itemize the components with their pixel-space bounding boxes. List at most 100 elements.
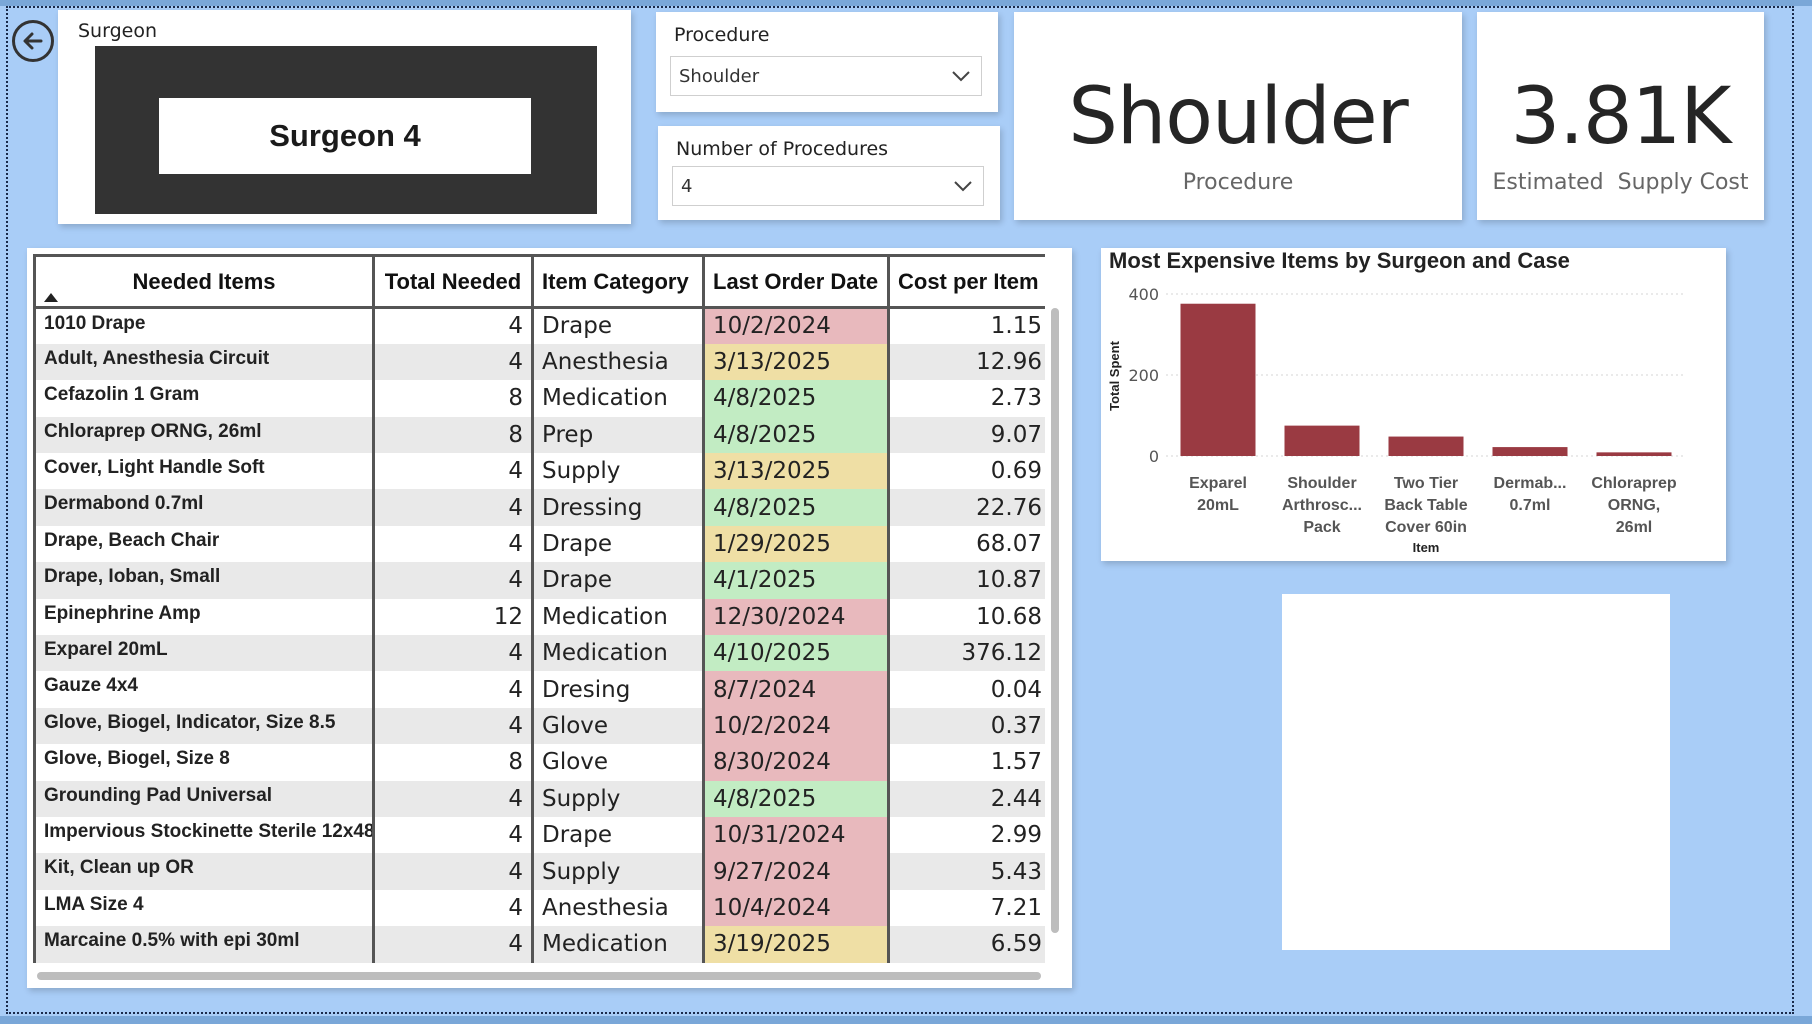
cell-item-category: Medication	[531, 635, 705, 672]
cell-item-category: Supply	[531, 780, 705, 817]
table-row[interactable]: Cefazolin 1 Gram 8 Medication 4/8/2025 2.73	[33, 380, 1045, 417]
cell-needed-item: Kit, Clean up OR	[33, 853, 375, 890]
procedure-filter: Procedure Shoulder	[656, 12, 998, 112]
table-row[interactable]: Cover, Light Handle Soft 4 Supply 3/13/2025…	[33, 453, 1045, 490]
column-header-label: Needed Items	[132, 268, 276, 294]
procedure-filter-label: Procedure	[674, 24, 770, 46]
number-filter-label: Number of Procedures	[676, 138, 889, 160]
cell-cost-per-item: 9.07	[887, 416, 1045, 454]
cell-cost-per-item: 68.07	[887, 525, 1045, 563]
cell-last-order-date: 4/8/2025	[702, 380, 890, 417]
cell-item-category: Anesthesia	[531, 889, 705, 927]
cell-cost-per-item: 6.59	[887, 926, 1045, 963]
cell-total-needed: 8	[372, 416, 534, 454]
cell-item-category: Medication	[531, 598, 705, 636]
column-header-cost-per-item[interactable]: Cost per Item	[887, 254, 1045, 309]
cell-needed-item: Adult, Anesthesia Circuit	[33, 343, 375, 381]
table-body: 1010 Drape 4 Drape 10/2/2024 1.15 Adult, Anes…	[33, 307, 1045, 963]
vertical-scrollbar[interactable]	[1051, 308, 1059, 933]
table-row[interactable]: Grounding Pad Universal 4 Supply 4/8/2025 2.…	[33, 780, 1045, 817]
number-of-procedures-filter: Number of Procedures 4	[658, 126, 1000, 220]
cell-total-needed: 8	[372, 380, 534, 417]
column-header-last-order-date[interactable]: Last Order Date	[702, 254, 890, 309]
cell-cost-per-item: 0.37	[887, 707, 1045, 745]
cell-cost-per-item: 1.15	[887, 307, 1045, 344]
cell-cost-per-item: 0.69	[887, 453, 1045, 490]
cell-total-needed: 4	[372, 307, 534, 344]
table-row[interactable]: Chloraprep ORNG, 26ml 8 Prep 4/8/2025 9.07	[33, 416, 1045, 454]
cell-total-needed: 4	[372, 926, 534, 963]
back-button[interactable]	[12, 20, 54, 62]
procedure-dropdown[interactable]: Shoulder	[670, 56, 982, 96]
supply-cost-kpi-card: 3.81K Estimated Supply Cost	[1477, 12, 1764, 220]
procedure-kpi-label: Procedure	[1182, 170, 1294, 195]
y-axis-label: Total Spent	[1107, 340, 1122, 410]
horizontal-scrollbar[interactable]	[37, 972, 1041, 980]
cell-last-order-date: 3/13/2025	[702, 343, 890, 381]
bar	[1284, 425, 1360, 456]
cell-last-order-date: 10/31/2024	[702, 816, 890, 854]
cell-cost-per-item: 376.12	[887, 635, 1045, 672]
table-row[interactable]: Gauze 4x4 4 Dresing 8/7/2024 0.04	[33, 671, 1045, 708]
cell-last-order-date: 3/13/2025	[702, 453, 890, 490]
column-header-item-category[interactable]: Item Category	[531, 254, 705, 309]
surgeon-option-selected[interactable]: Surgeon 4	[159, 98, 531, 174]
cell-last-order-date: 4/1/2025	[702, 562, 890, 599]
supply-cost-kpi-value: 3.81K	[1510, 72, 1732, 162]
needed-items-table-card: Needed Items Total Needed Item Category …	[27, 248, 1072, 988]
x-tick-label: Cover 60in	[1385, 519, 1467, 536]
expensive-items-chart-card: Most Expensive Items by Surgeon and Case…	[1101, 248, 1726, 561]
cell-last-order-date: 10/2/2024	[702, 707, 890, 745]
cell-item-category: Anesthesia	[531, 343, 705, 381]
table-row[interactable]: Drape, Ioban, Small 4 Drape 4/1/2025 10.87	[33, 562, 1045, 599]
table-row[interactable]: Marcaine 0.5% with epi 30ml 4 Medication 3/…	[33, 926, 1045, 963]
cell-cost-per-item: 7.21	[887, 889, 1045, 927]
surgeon-slicer-panel: Surgeon 4	[95, 46, 597, 214]
cell-cost-per-item: 0.04	[887, 671, 1045, 708]
blank-visual	[1282, 594, 1670, 950]
supply-cost-kpi-label: Estimated Supply Cost	[1492, 170, 1749, 195]
table-row[interactable]: Impervious Stockinette Sterile 12x48 4 Dra…	[33, 816, 1045, 854]
cell-needed-item: Gauze 4x4	[33, 671, 375, 708]
x-tick-label: 26ml	[1616, 519, 1652, 536]
cell-needed-item: Impervious Stockinette Sterile 12x48	[33, 816, 375, 854]
cell-needed-item: Grounding Pad Universal	[33, 780, 375, 817]
cell-needed-item: Glove, Biogel, Size 8	[33, 744, 375, 781]
table-row[interactable]: Dermabond 0.7ml 4 Dressing 4/8/2025 22.76	[33, 489, 1045, 526]
x-tick-label: Exparel	[1189, 475, 1247, 492]
x-tick-label: 0.7ml	[1510, 497, 1551, 514]
cell-cost-per-item: 5.43	[887, 853, 1045, 890]
cell-last-order-date: 4/8/2025	[702, 780, 890, 817]
cell-item-category: Drape	[531, 562, 705, 599]
cell-needed-item: Glove, Biogel, Indicator, Size 8.5	[33, 707, 375, 745]
chevron-down-icon	[952, 71, 970, 82]
x-tick-label: Back Table	[1384, 497, 1467, 514]
cell-item-category: Drape	[531, 816, 705, 854]
cell-item-category: Medication	[531, 926, 705, 963]
x-tick-label: ORNG,	[1608, 497, 1660, 514]
cell-cost-per-item: 12.96	[887, 343, 1045, 381]
cell-total-needed: 8	[372, 744, 534, 781]
column-header-total-needed[interactable]: Total Needed	[372, 254, 534, 309]
table-row[interactable]: Epinephrine Amp 12 Medication 12/30/2024 10.…	[33, 598, 1045, 636]
table-row[interactable]: LMA Size 4 4 Anesthesia 10/4/2024 7.21	[33, 889, 1045, 927]
cell-last-order-date: 3/19/2025	[702, 926, 890, 963]
table-row[interactable]: Glove, Biogel, Indicator, Size 8.5 4 Glove…	[33, 707, 1045, 745]
table-row[interactable]: Adult, Anesthesia Circuit 4 Anesthesia 3/13…	[33, 343, 1045, 381]
y-tick-label: 400	[1128, 285, 1159, 304]
y-tick-label: 200	[1128, 366, 1159, 385]
table-row[interactable]: Exparel 20mL 4 Medication 4/10/2025 376.12	[33, 635, 1045, 672]
cell-last-order-date: 9/27/2024	[702, 853, 890, 890]
table-row[interactable]: Glove, Biogel, Size 8 8 Glove 8/30/2024 1.57	[33, 744, 1045, 781]
table-row[interactable]: 1010 Drape 4 Drape 10/2/2024 1.15	[33, 307, 1045, 344]
x-tick-label: Arthrosc...	[1282, 497, 1362, 514]
table-row[interactable]: Drape, Beach Chair 4 Drape 1/29/2025 68.07	[33, 525, 1045, 563]
table-row[interactable]: Kit, Clean up OR 4 Supply 9/27/2024 5.43	[33, 853, 1045, 890]
column-header-needed-items[interactable]: Needed Items	[33, 254, 375, 309]
number-of-procedures-dropdown[interactable]: 4	[672, 166, 984, 206]
cell-needed-item: LMA Size 4	[33, 889, 375, 927]
cell-last-order-date: 1/29/2025	[702, 525, 890, 563]
x-tick-label: Shoulder	[1287, 475, 1356, 492]
bar-chart: 0 200 400 Total Spent Exparel 20mL Shoulder Art…	[1107, 285, 1686, 555]
cell-item-category: Drape	[531, 525, 705, 563]
